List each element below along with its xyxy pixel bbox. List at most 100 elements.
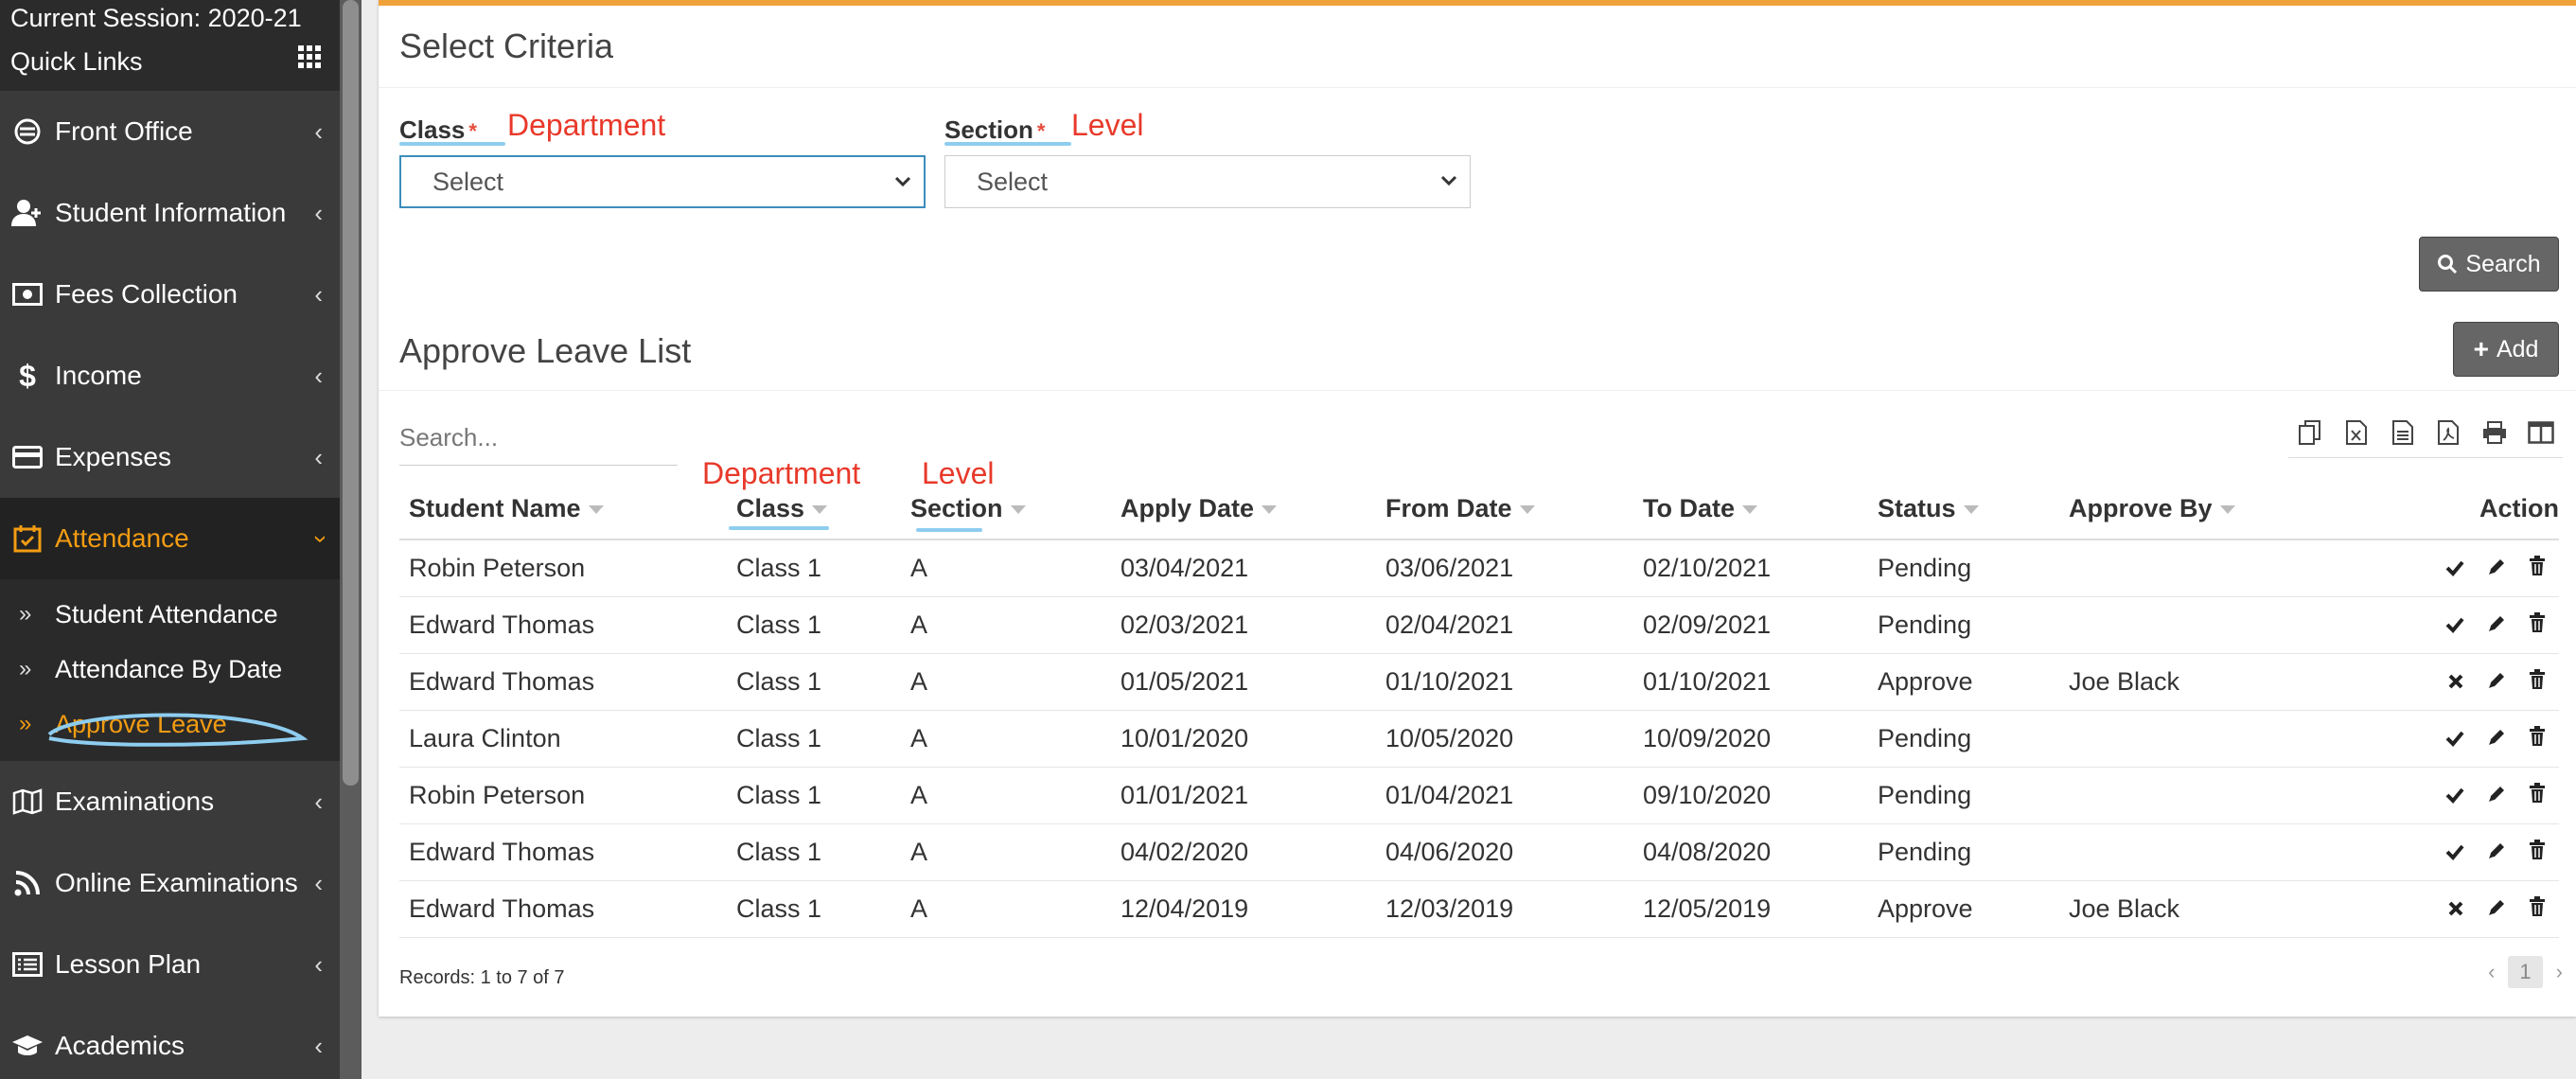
table-search-input[interactable]: Search... bbox=[399, 411, 678, 466]
delete-trash-icon[interactable] bbox=[2529, 781, 2546, 810]
cell-class: Class 1 bbox=[727, 596, 901, 654]
sort-icon bbox=[1262, 505, 1278, 515]
next-page-button[interactable]: › bbox=[2556, 960, 2563, 984]
sort-icon bbox=[1010, 505, 1026, 515]
columns-icon[interactable] bbox=[2527, 418, 2555, 447]
sidebar-item-front-office[interactable]: Front Office ‹ bbox=[0, 91, 340, 172]
excel-icon[interactable] bbox=[2342, 418, 2371, 447]
sidebar-item-income[interactable]: $ Income ‹ bbox=[0, 335, 340, 416]
col-approve-by[interactable]: Approve By bbox=[2059, 479, 2343, 540]
col-from-date[interactable]: From Date bbox=[1376, 479, 1633, 540]
section-label-text: Section bbox=[944, 115, 1033, 144]
cell-class: Class 1 bbox=[727, 767, 901, 824]
table-row: Laura Clinton Class 1 A 10/01/2020 10/05/202… bbox=[399, 710, 2559, 768]
col-status[interactable]: Status bbox=[1868, 479, 2059, 540]
cell-apply-date: 10/01/2020 bbox=[1111, 710, 1376, 768]
credit-card-icon bbox=[11, 441, 44, 473]
col-student-name[interactable]: Student Name bbox=[399, 479, 727, 540]
class-annotation: Department bbox=[507, 108, 666, 142]
copy-icon[interactable] bbox=[2296, 418, 2324, 447]
cell-student-name: Robin Peterson bbox=[399, 767, 727, 824]
section-select-value: Select bbox=[977, 167, 1049, 196]
approve-check-icon[interactable] bbox=[2445, 610, 2464, 640]
sidebar-item-label: Examinations bbox=[55, 787, 215, 816]
sidebar-item-online-examinations[interactable]: Online Examinations ‹ bbox=[0, 842, 340, 924]
class-select[interactable]: Select bbox=[399, 155, 926, 208]
approve-check-icon[interactable] bbox=[2445, 838, 2464, 867]
sidebar-item-label: Front Office bbox=[55, 116, 193, 146]
sidebar-item-student-information[interactable]: Student Information ‹ bbox=[0, 172, 340, 254]
delete-trash-icon[interactable] bbox=[2529, 894, 2546, 924]
table-row: Edward Thomas Class 1 A 12/04/2019 12/03/201… bbox=[399, 880, 2559, 938]
csv-icon[interactable] bbox=[2389, 418, 2417, 447]
sidebar-subitem-approve-leave[interactable]: » Approve Leave bbox=[0, 697, 340, 752]
page-1-button[interactable]: 1 bbox=[2508, 956, 2543, 988]
sort-icon bbox=[1742, 505, 1758, 515]
edit-pencil-icon[interactable] bbox=[2487, 667, 2506, 697]
cell-apply-date: 01/05/2021 bbox=[1111, 653, 1376, 711]
calendar-check-icon bbox=[11, 522, 44, 555]
sidebar-item-examinations[interactable]: Examinations ‹ bbox=[0, 761, 340, 842]
current-session: Current Session: 2020-21 bbox=[10, 4, 302, 32]
sidebar-item-academics[interactable]: Academics ‹ bbox=[0, 1005, 340, 1079]
cell-to-date: 04/08/2020 bbox=[1633, 823, 1868, 881]
cell-student-name: Edward Thomas bbox=[399, 596, 727, 654]
approve-check-icon[interactable] bbox=[2445, 781, 2464, 810]
cell-to-date: 12/05/2019 bbox=[1633, 880, 1868, 938]
col-to-date[interactable]: To Date bbox=[1633, 479, 1868, 540]
sort-icon bbox=[588, 505, 604, 515]
quick-links[interactable]: Quick Links bbox=[10, 47, 143, 77]
approve-check-icon[interactable] bbox=[2445, 554, 2464, 583]
sidebar-item-label: Income bbox=[55, 361, 142, 390]
sidebar-item-lesson-plan[interactable]: Lesson Plan ‹ bbox=[0, 924, 340, 1005]
cell-from-date: 01/10/2021 bbox=[1376, 653, 1633, 711]
edit-pencil-icon[interactable] bbox=[2487, 781, 2506, 810]
disapprove-icon[interactable] bbox=[2447, 894, 2464, 924]
col-class[interactable]: Class bbox=[727, 479, 901, 540]
col-apply-date[interactable]: Apply Date bbox=[1111, 479, 1376, 540]
sidebar-subitem-student-attendance[interactable]: » Student Attendance bbox=[0, 587, 340, 642]
edit-pencil-icon[interactable] bbox=[2487, 610, 2506, 640]
sidebar-item-label: Expenses bbox=[55, 442, 171, 471]
delete-trash-icon[interactable] bbox=[2529, 554, 2546, 583]
cell-section: A bbox=[901, 653, 1111, 711]
col-label: Status bbox=[1878, 494, 1956, 522]
disapprove-icon[interactable] bbox=[2447, 667, 2464, 697]
search-button[interactable]: Search bbox=[2419, 237, 2559, 292]
prev-page-button[interactable]: ‹ bbox=[2488, 960, 2495, 984]
cell-approve-by: Joe Black bbox=[2059, 880, 2343, 938]
sidebar-item-expenses[interactable]: Expenses ‹ bbox=[0, 416, 340, 498]
search-icon bbox=[2438, 255, 2458, 274]
edit-pencil-icon[interactable] bbox=[2487, 838, 2506, 867]
chevron-left-icon: ‹ bbox=[314, 361, 323, 390]
delete-trash-icon[interactable] bbox=[2529, 838, 2546, 867]
cell-student-name: Edward Thomas bbox=[399, 880, 727, 938]
sidebar-scrollbar[interactable] bbox=[340, 0, 362, 1079]
delete-trash-icon[interactable] bbox=[2529, 724, 2546, 753]
apps-grid-icon[interactable] bbox=[298, 45, 323, 68]
cell-approve-by bbox=[2059, 710, 2343, 768]
edit-pencil-icon[interactable] bbox=[2487, 554, 2506, 583]
approve-check-icon[interactable] bbox=[2445, 724, 2464, 753]
delete-trash-icon[interactable] bbox=[2529, 667, 2546, 697]
edit-pencil-icon[interactable] bbox=[2487, 724, 2506, 753]
print-icon[interactable] bbox=[2480, 418, 2509, 447]
sidebar-item-attendance[interactable]: Attendance ‹ bbox=[0, 498, 340, 579]
sidebar-item-fees-collection[interactable]: Fees Collection ‹ bbox=[0, 254, 340, 335]
col-section[interactable]: Section bbox=[901, 479, 1111, 540]
section-annotation: Level bbox=[1071, 108, 1144, 142]
scrollbar-thumb[interactable] bbox=[343, 0, 359, 786]
sidebar-subitem-attendance-by-date[interactable]: » Attendance By Date bbox=[0, 642, 340, 697]
cell-class: Class 1 bbox=[727, 880, 901, 938]
edit-pencil-icon[interactable] bbox=[2487, 894, 2506, 924]
delete-trash-icon[interactable] bbox=[2529, 610, 2546, 640]
cell-from-date: 12/03/2019 bbox=[1376, 880, 1633, 938]
chevron-left-icon: ‹ bbox=[314, 198, 323, 227]
add-button[interactable]: + Add bbox=[2453, 322, 2559, 377]
rss-icon bbox=[11, 867, 44, 899]
cell-student-name: Edward Thomas bbox=[399, 823, 727, 881]
pdf-icon[interactable] bbox=[2434, 418, 2462, 447]
section-select[interactable]: Select bbox=[944, 155, 1471, 208]
money-icon bbox=[11, 278, 44, 310]
chevron-left-icon: ‹ bbox=[314, 116, 323, 146]
